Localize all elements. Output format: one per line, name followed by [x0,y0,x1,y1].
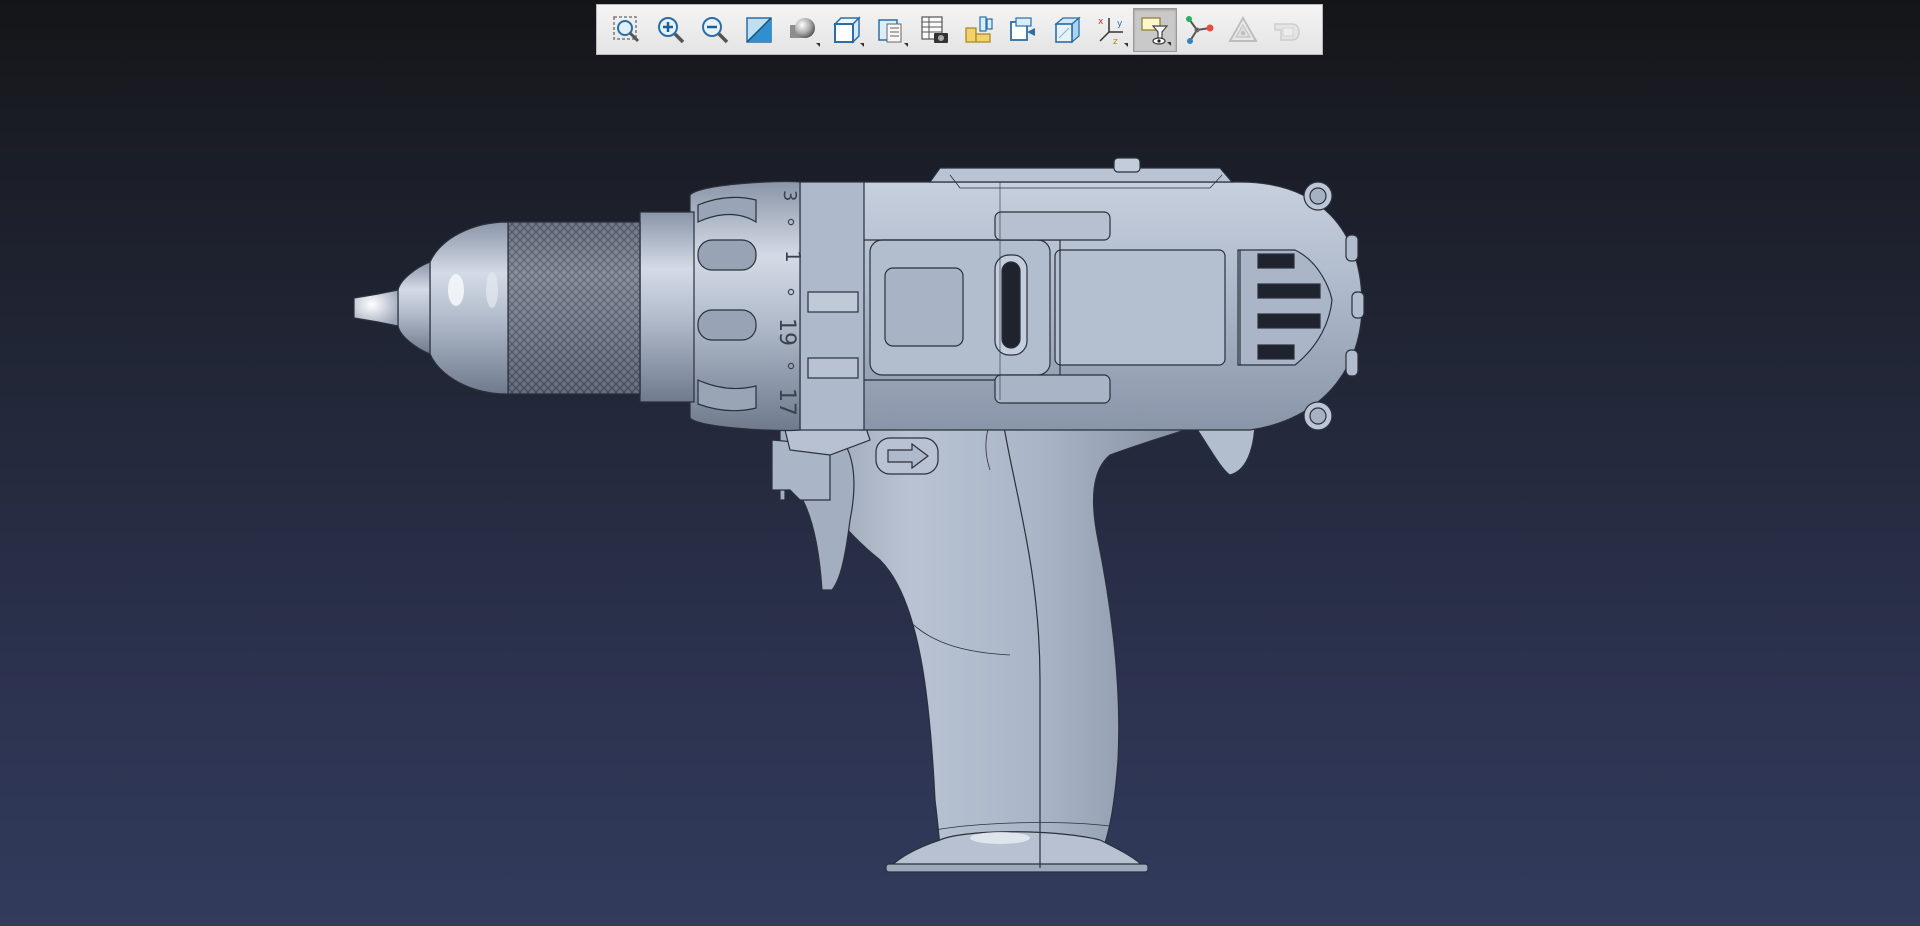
clutch-number: 17 [774,388,799,416]
clutch-number: 1 [781,250,805,263]
cordless-drill-model[interactable]: 3 1 19 17 [0,0,1920,926]
3d-viewport[interactable]: x y z 3 1 19 17 [0,0,1920,926]
drill-handle [779,399,1211,873]
clutch-number: 19 [774,318,799,346]
clutch-number: 3 [779,190,800,201]
drill-clutch-collar: 3 1 19 17 [689,180,865,432]
drill-chuck [353,211,695,403]
